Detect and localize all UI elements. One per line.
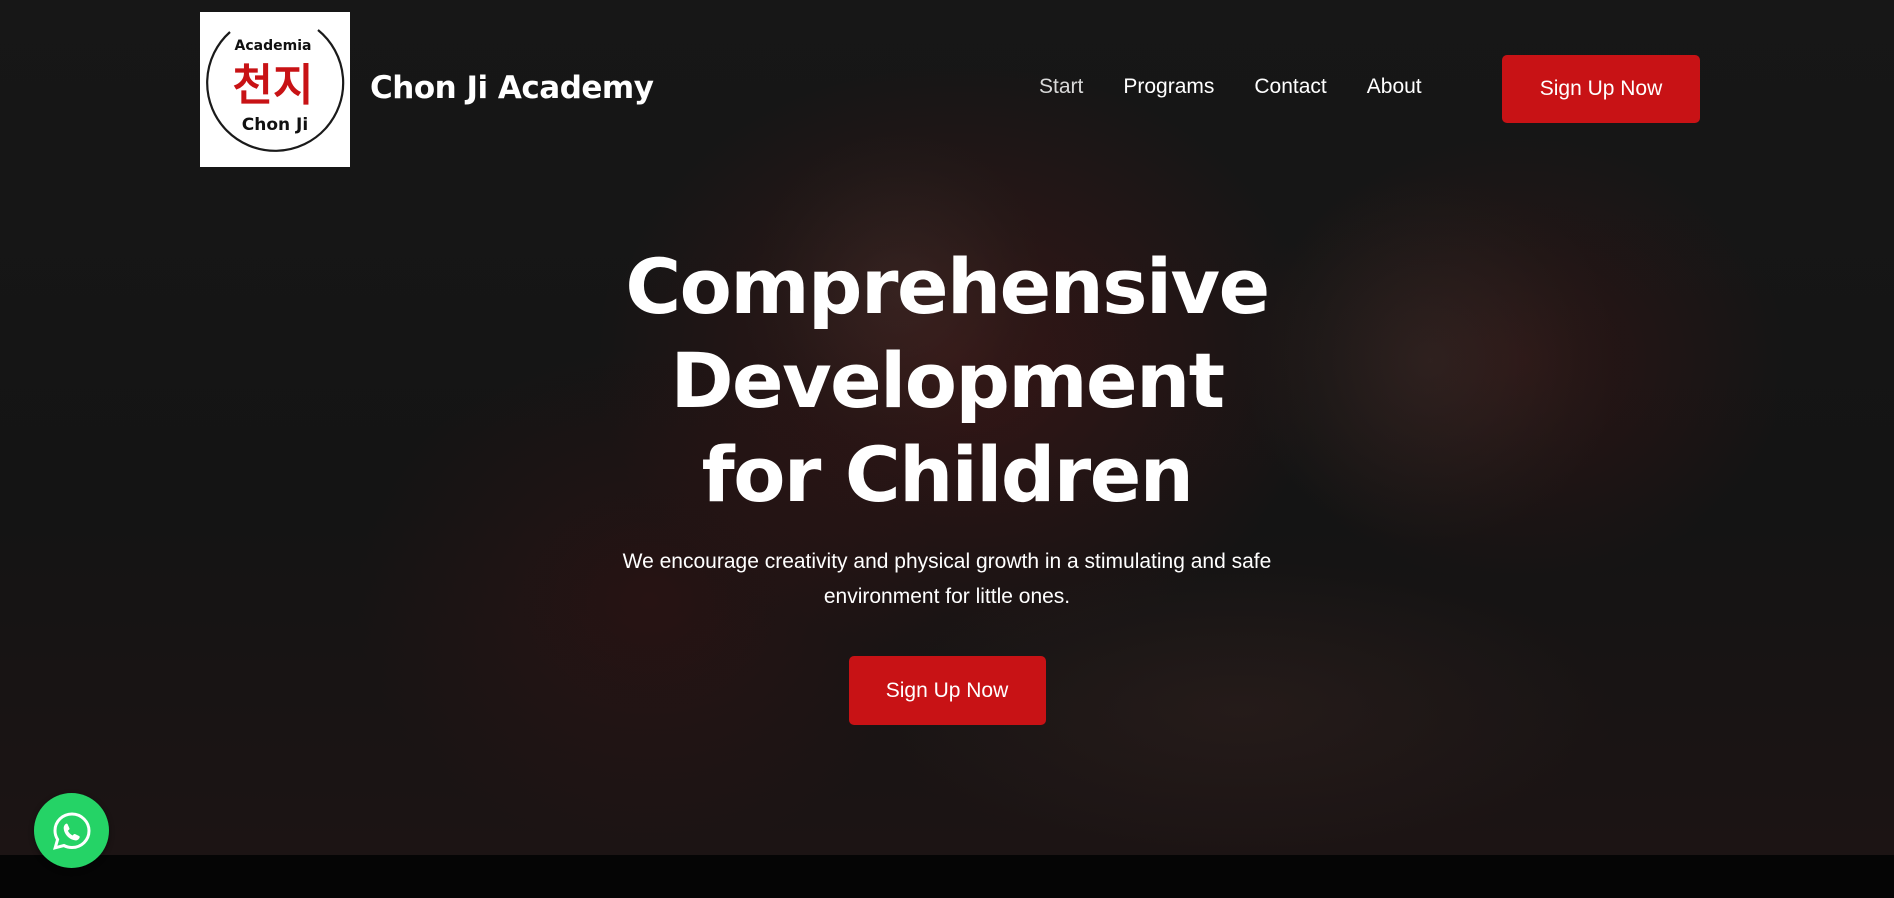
hero-content: Comprehensive Development for Children W… bbox=[0, 240, 1894, 725]
header-signup-button[interactable]: Sign Up Now bbox=[1502, 55, 1700, 123]
hero-subtitle: We encourage creativity and physical gro… bbox=[597, 544, 1297, 614]
site-header: Academia 천지 Chon Ji Chon Ji Academy Star… bbox=[200, 12, 1700, 168]
whatsapp-button[interactable] bbox=[34, 793, 109, 868]
whatsapp-icon bbox=[52, 811, 91, 850]
page-bottom-bar bbox=[0, 855, 1894, 898]
nav-item-start[interactable]: Start bbox=[1039, 75, 1083, 99]
svg-text:Academia: Academia bbox=[235, 38, 312, 54]
nav-item-about[interactable]: About bbox=[1367, 75, 1422, 99]
logo[interactable]: Academia 천지 Chon Ji bbox=[200, 12, 350, 167]
hero-section: Academia 천지 Chon Ji Chon Ji Academy Star… bbox=[0, 0, 1894, 855]
hero-subtitle-line: environment for little ones. bbox=[823, 585, 1071, 608]
svg-text:Chon Ji: Chon Ji bbox=[242, 115, 308, 135]
logo-emblem-icon: Academia 천지 Chon Ji bbox=[206, 29, 345, 152]
nav-item-programs[interactable]: Programs bbox=[1123, 75, 1214, 99]
nav-item-contact[interactable]: Contact bbox=[1254, 75, 1326, 99]
hero-title-line: for Children bbox=[701, 430, 1194, 519]
hero-title: Comprehensive Development for Children bbox=[347, 240, 1547, 522]
main-nav: Start Programs Contact About bbox=[1039, 75, 1422, 99]
brand-name[interactable]: Chon Ji Academy bbox=[370, 70, 654, 106]
hero-subtitle-line: We encourage creativity and physical gro… bbox=[622, 550, 1272, 573]
svg-text:천지: 천지 bbox=[233, 60, 314, 111]
hero-title-line: Comprehensive Development bbox=[625, 242, 1270, 425]
hero-signup-button[interactable]: Sign Up Now bbox=[848, 656, 1046, 725]
